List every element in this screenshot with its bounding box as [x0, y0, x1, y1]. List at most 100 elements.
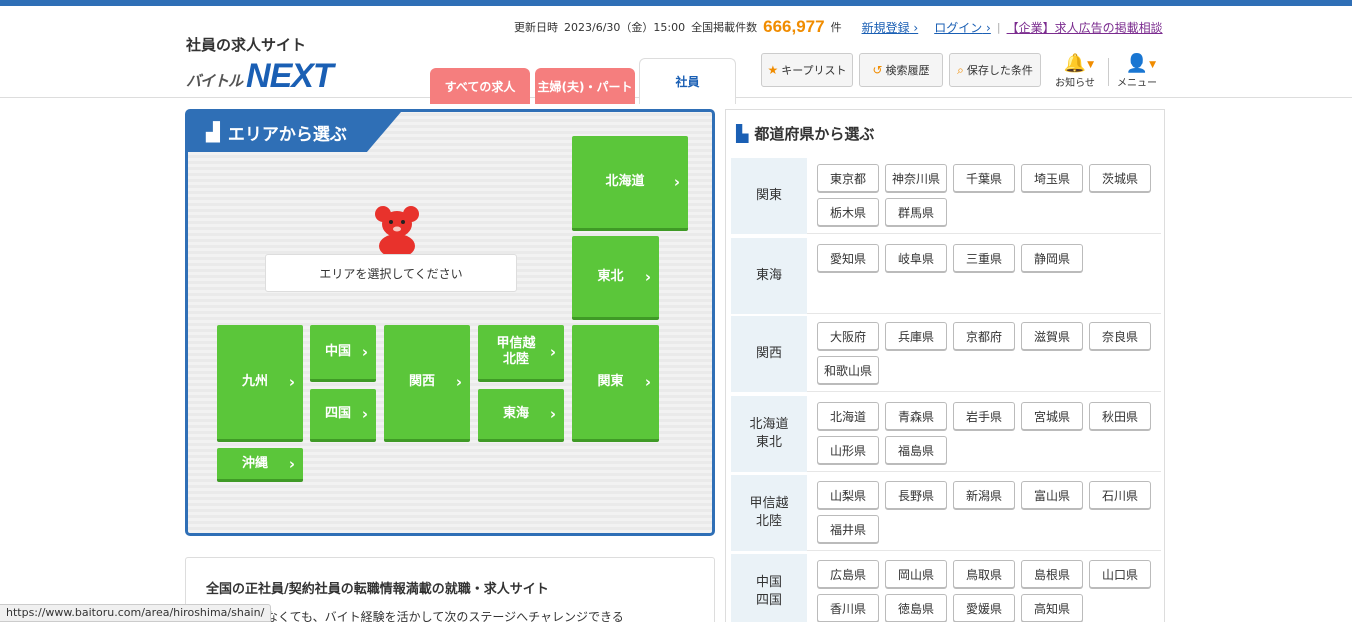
region-okinawa-button[interactable]: 沖縄 › — [217, 448, 303, 482]
prefecture-button[interactable]: 神奈川県 — [885, 164, 947, 192]
area-select-prompt: エリアを選択してください — [265, 254, 517, 292]
region-tohoku-button[interactable]: 東北 › — [572, 236, 659, 320]
site-logo[interactable]: バイトル NEXT — [186, 54, 334, 95]
chevron-right-icon: › — [673, 173, 680, 191]
chevron-right-icon: › — [288, 454, 295, 473]
header-info-bar: 更新日時 2023/6/30（金）15:00 全国掲載件数 666,977 件 … — [514, 17, 1163, 37]
map-icon: ▟ — [206, 121, 220, 143]
tab-all-jobs[interactable]: すべての求人 — [430, 68, 530, 104]
chevron-right-icon: › — [549, 405, 556, 423]
register-link[interactable]: 新規登録 › — [862, 19, 919, 36]
prefecture-panel-title: ▙ 都道府県から選ぶ — [736, 124, 875, 143]
prefecture-button[interactable]: 新潟県 — [953, 481, 1015, 509]
region-shikoku-button[interactable]: 四国 › — [310, 389, 376, 442]
prefecture-region-label: 北海道 東北 — [731, 396, 807, 472]
search-history-button[interactable]: ↺ 検索履歴 — [859, 53, 943, 87]
prefecture-button[interactable]: 茨城県 — [1089, 164, 1151, 192]
prefecture-button[interactable]: 徳島県 — [885, 594, 947, 622]
region-koshinetsu-hokuriku-button[interactable]: 甲信越 北陸 › — [478, 325, 564, 382]
prefecture-button[interactable]: 静岡県 — [1021, 244, 1083, 272]
prefecture-button[interactable]: 東京都 — [817, 164, 879, 192]
prefecture-region-label: 関東 — [731, 158, 807, 234]
prefecture-button[interactable]: 千葉県 — [953, 164, 1015, 192]
prefecture-button[interactable]: 愛知県 — [817, 244, 879, 272]
prefecture-button[interactable]: 福井県 — [817, 515, 879, 543]
prefecture-region-label: 関西 — [731, 316, 807, 392]
prefecture-button[interactable]: 岩手県 — [953, 402, 1015, 430]
chevron-down-icon: ▼ — [1149, 60, 1156, 70]
prefecture-button[interactable]: 宮城県 — [1021, 402, 1083, 430]
login-link[interactable]: ログイン › — [934, 19, 991, 36]
prefecture-button[interactable]: 山梨県 — [817, 481, 879, 509]
update-date: 2023/6/30（金）15:00 — [564, 21, 686, 34]
prefecture-button[interactable]: 山形県 — [817, 436, 879, 464]
browser-status-url: https://www.baitoru.com/area/hiroshima/s… — [0, 604, 272, 622]
history-icon: ↺ — [872, 63, 883, 77]
prefecture-button[interactable]: 栃木県 — [817, 198, 879, 226]
prefecture-button[interactable]: 岡山県 — [885, 560, 947, 588]
prefecture-button[interactable]: 岐阜県 — [885, 244, 947, 272]
prefecture-button[interactable]: 香川県 — [817, 594, 879, 622]
prefecture-row: 東海 愛知県 岐阜県 三重県 静岡県 — [731, 238, 1161, 314]
prefecture-button[interactable]: 愛媛県 — [953, 594, 1015, 622]
prefecture-button[interactable]: 高知県 — [1021, 594, 1083, 622]
update-label: 更新日時 — [514, 21, 558, 34]
prefecture-button[interactable]: 和歌山県 — [817, 356, 879, 384]
prefecture-button[interactable]: 広島県 — [817, 560, 879, 588]
prefecture-button[interactable]: 京都府 — [953, 322, 1015, 350]
prefecture-row: 関西 大阪府 兵庫県 京都府 滋賀県 奈良県和歌山県 — [731, 316, 1161, 392]
prefecture-button[interactable]: 石川県 — [1089, 481, 1151, 509]
prefecture-button[interactable]: 秋田県 — [1089, 402, 1151, 430]
tab-housewife-part[interactable]: 主婦(夫)・パート — [535, 68, 635, 104]
prefecture-button[interactable]: 兵庫県 — [885, 322, 947, 350]
prefecture-button[interactable]: 滋賀県 — [1021, 322, 1083, 350]
chevron-right-icon: › — [644, 267, 651, 286]
prefecture-button-group: 東京都 神奈川県 千葉県 埼玉県 茨城県栃木県 群馬県 — [817, 164, 1161, 226]
region-kyushu-button[interactable]: 九州 › — [217, 325, 303, 442]
prefecture-region-label: 東海 — [731, 238, 807, 314]
corp-ad-link[interactable]: 【企業】求人広告の掲載相談 — [1007, 19, 1163, 36]
prefecture-button[interactable]: 鳥取県 — [953, 560, 1015, 588]
keep-list-button[interactable]: ★ キープリスト — [761, 53, 853, 87]
region-kanto-button[interactable]: 関東 › — [572, 325, 659, 442]
region-hokkaido-button[interactable]: 北海道 › — [572, 136, 688, 231]
chevron-right-icon: › — [549, 343, 556, 361]
region-tokai-button[interactable]: 東海 › — [478, 389, 564, 442]
prefecture-button[interactable]: 群馬県 — [885, 198, 947, 226]
notifications-button[interactable]: 🔔 ▼ お知らせ — [1050, 54, 1100, 90]
prefecture-button[interactable]: 奈良県 — [1089, 322, 1151, 350]
region-kansai-button[interactable]: 関西 › — [384, 325, 470, 442]
saved-conditions-button[interactable]: ⌕ 保存した条件 — [949, 53, 1041, 87]
region-chugoku-button[interactable]: 中国 › — [310, 325, 376, 382]
prefecture-button[interactable]: 山口県 — [1089, 560, 1151, 588]
prefecture-button[interactable]: 大阪府 — [817, 322, 879, 350]
logo-baitoru-text: バイトル — [186, 72, 243, 90]
chevron-right-icon: › — [361, 405, 368, 423]
intro-title: 全国の正社員/契約社員の転職情報満載の就職・求人サイト — [206, 582, 549, 597]
prefecture-button[interactable]: 福島県 — [885, 436, 947, 464]
prefecture-button-group: 北海道 青森県 岩手県 宮城県 秋田県山形県 福島県 — [817, 402, 1161, 464]
prefecture-button[interactable]: 島根県 — [1021, 560, 1083, 588]
prefecture-button-group: 広島県 岡山県 鳥取県 島根県 山口県香川県 徳島県 愛媛県 高知県 — [817, 560, 1161, 622]
chevron-down-icon: ▼ — [1087, 60, 1094, 70]
city-icon: ▙ — [736, 124, 749, 143]
menu-button[interactable]: 👤 ▼ メニュー — [1112, 54, 1162, 90]
site-header: 社員の求人サイト バイトル NEXT 更新日時 2023/6/30（金）15:0… — [0, 6, 1352, 104]
chevron-right-icon: › — [288, 373, 295, 391]
divider — [1108, 58, 1109, 86]
prefecture-button[interactable]: 長野県 — [885, 481, 947, 509]
prefecture-button[interactable]: 埼玉県 — [1021, 164, 1083, 192]
prefecture-button[interactable]: 富山県 — [1021, 481, 1083, 509]
divider: | — [996, 20, 1001, 34]
prefecture-selector-panel: ▙ 都道府県から選ぶ 関東 東京都 神奈川県 千葉県 埼玉県 茨城県栃木県 群馬県東海 愛知県… — [725, 109, 1165, 622]
logo-next-text: NEXT — [246, 57, 334, 95]
prefecture-button[interactable]: 三重県 — [953, 244, 1015, 272]
prefecture-button[interactable]: 北海道 — [817, 402, 879, 430]
tab-employee[interactable]: 社員 — [639, 58, 736, 104]
star-icon: ★ — [767, 63, 779, 77]
count-label: 全国掲載件数 — [691, 21, 758, 34]
chevron-right-icon: › — [644, 373, 651, 391]
prefecture-button[interactable]: 青森県 — [885, 402, 947, 430]
chevron-right-icon: › — [455, 373, 462, 391]
chevron-right-icon: › — [361, 343, 368, 361]
